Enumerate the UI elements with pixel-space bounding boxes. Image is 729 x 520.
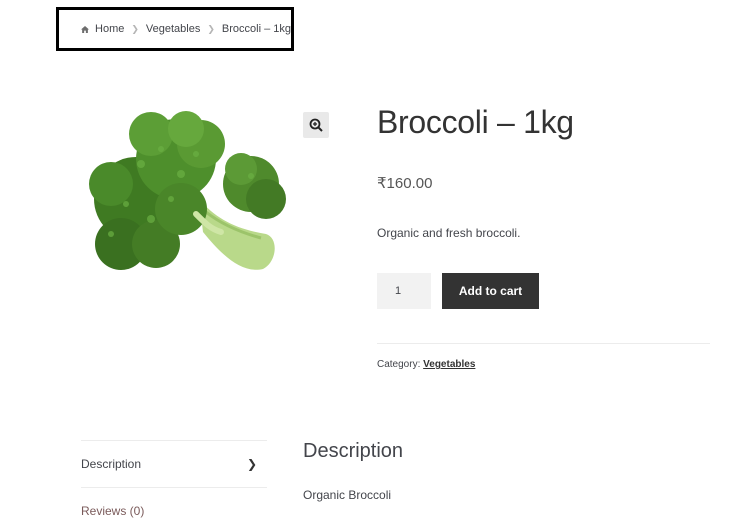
product-price: ₹160.00 [377, 175, 433, 192]
breadcrumb-home-link[interactable]: Home [95, 23, 124, 35]
product-title: Broccoli – 1kg [377, 104, 574, 140]
add-to-cart-button[interactable]: Add to cart [442, 273, 539, 309]
home-icon [81, 25, 90, 33]
category-link[interactable]: Vegetables [423, 359, 475, 370]
product-image[interactable] [81, 104, 291, 290]
tab-label: Reviews (0) [81, 504, 145, 518]
tab-reviews[interactable]: Reviews (0) [81, 487, 267, 520]
category-label: Category: [377, 359, 421, 370]
tab-panel-title: Description [303, 440, 404, 462]
divider [377, 343, 710, 344]
chevron-right-icon: ❯ [131, 23, 139, 34]
product-tabs: Description ❯ Reviews (0) [81, 440, 267, 520]
breadcrumb: Home ❯ Vegetables ❯ Broccoli – 1kg [56, 7, 294, 51]
tab-label: Description [81, 457, 142, 471]
magnifier-zoom-icon [309, 118, 323, 132]
product-short-description: Organic and fresh broccoli. [377, 226, 521, 240]
zoom-button[interactable] [303, 112, 329, 138]
tab-description[interactable]: Description ❯ [81, 440, 267, 487]
breadcrumb-vegetables-link[interactable]: Vegetables [146, 23, 200, 35]
tab-panel-body: Organic Broccoli [303, 488, 392, 502]
chevron-right-icon: ❯ [246, 457, 257, 471]
chevron-right-icon: ❯ [207, 23, 215, 34]
product-category: Category: Vegetables [377, 359, 475, 370]
breadcrumb-current: Broccoli – 1kg [221, 23, 291, 35]
quantity-input[interactable] [377, 273, 431, 309]
